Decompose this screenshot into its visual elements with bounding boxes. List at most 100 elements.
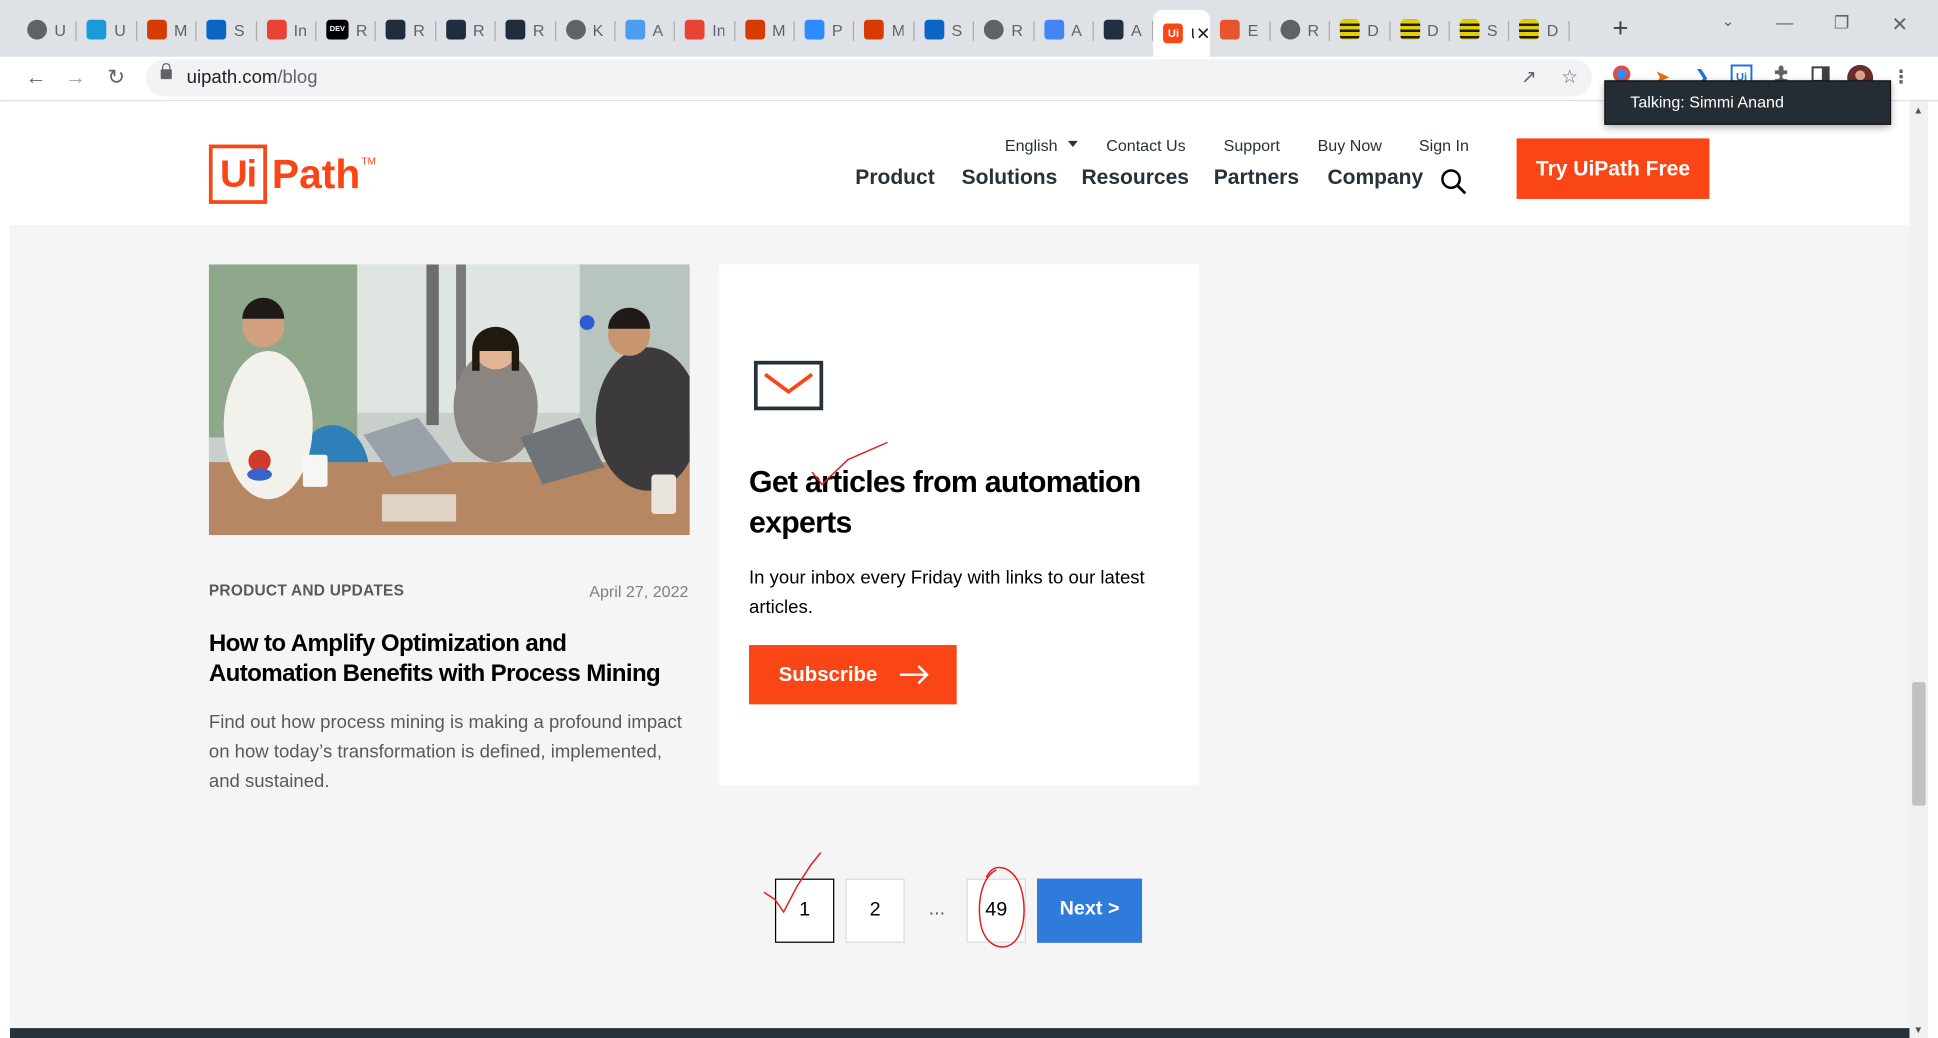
tab-title: In bbox=[712, 20, 725, 39]
pagination-ellipsis: ... bbox=[928, 898, 946, 920]
tab-title: U bbox=[54, 20, 66, 39]
amazon-icon bbox=[1103, 19, 1124, 40]
scrollbar-thumb[interactable] bbox=[1912, 682, 1926, 806]
browser-tab[interactable]: In bbox=[675, 10, 736, 50]
globe-icon bbox=[27, 19, 47, 40]
gmail-icon bbox=[266, 19, 287, 40]
browser-tab[interactable]: K bbox=[556, 10, 616, 50]
page-1-button[interactable]: 1 bbox=[774, 878, 835, 943]
tab-title: R bbox=[532, 20, 545, 39]
page-49-button[interactable]: 49 bbox=[966, 878, 1026, 943]
browser-tab[interactable]: D bbox=[1510, 10, 1570, 50]
browser-tab[interactable]: UiUi✕ bbox=[1153, 9, 1211, 57]
url-text[interactable]: uipath.com/blog bbox=[187, 67, 318, 88]
browser-tab[interactable]: A bbox=[1034, 10, 1095, 50]
browser-tab[interactable]: A bbox=[1094, 10, 1155, 50]
browser-tab[interactable]: D bbox=[1390, 10, 1451, 50]
tab-title: A bbox=[652, 20, 664, 39]
browser-tab[interactable]: S bbox=[197, 10, 258, 50]
article-image[interactable] bbox=[208, 264, 690, 536]
browser-tab[interactable]: A bbox=[615, 10, 676, 50]
scroll-down-icon[interactable]: ▼ bbox=[1913, 1024, 1923, 1035]
search-icon[interactable] bbox=[1440, 168, 1467, 195]
stripes-icon bbox=[1399, 19, 1420, 40]
browser-tab[interactable]: U bbox=[77, 10, 138, 50]
globe-icon bbox=[984, 19, 1004, 40]
uipath-icon: Ui bbox=[1163, 23, 1184, 44]
lock-icon bbox=[160, 63, 172, 80]
tab-title: M bbox=[891, 20, 905, 39]
browser-tab[interactable]: S bbox=[1450, 10, 1511, 50]
tab-search-icon[interactable]: ⌄ bbox=[1716, 12, 1741, 29]
scroll-up-icon[interactable]: ▲ bbox=[1913, 105, 1923, 116]
browser-tab[interactable]: M bbox=[137, 10, 198, 50]
close-window-icon[interactable]: ✕ bbox=[1887, 12, 1912, 37]
tab-title: S bbox=[951, 20, 963, 39]
browser-tab[interactable]: In bbox=[257, 10, 317, 50]
browser-tab[interactable]: P bbox=[795, 10, 856, 50]
tab-title: R bbox=[1307, 20, 1320, 39]
browser-tab[interactable]: R bbox=[496, 10, 557, 50]
bookmark-star-icon[interactable]: ☆ bbox=[1556, 64, 1583, 91]
office-icon bbox=[864, 19, 885, 40]
tab-title: S bbox=[1486, 20, 1498, 39]
nav-partners[interactable]: Partners bbox=[1214, 166, 1299, 191]
browser-tab[interactable]: D bbox=[1330, 10, 1391, 50]
nav-product[interactable]: Product bbox=[855, 166, 934, 191]
tab-title: M bbox=[772, 20, 785, 39]
subscribe-title: Get articles from automation experts bbox=[749, 465, 1141, 541]
language-selector[interactable]: English bbox=[1005, 136, 1078, 154]
back-icon[interactable]: ← bbox=[20, 62, 52, 94]
tab-title: M bbox=[174, 20, 187, 39]
footer-edge bbox=[9, 1028, 1910, 1038]
browser-tab[interactable]: M bbox=[735, 10, 796, 50]
util-link-sign-in[interactable]: Sign In bbox=[1419, 136, 1469, 155]
uipath-logo[interactable]: Ui Path TM bbox=[208, 144, 376, 204]
address-bar[interactable]: uipath.com/blog ↗ ☆ bbox=[145, 59, 1592, 97]
util-link-buy-now[interactable]: Buy Now bbox=[1318, 136, 1382, 155]
try-uipath-free-button[interactable]: Try UiPath Free bbox=[1516, 138, 1710, 199]
nav-solutions[interactable]: Solutions bbox=[962, 166, 1058, 191]
tab-title: S bbox=[233, 20, 245, 39]
util-link-support[interactable]: Support bbox=[1224, 136, 1280, 155]
forward-icon[interactable]: → bbox=[59, 62, 91, 94]
next-page-button[interactable]: Next > bbox=[1037, 878, 1143, 943]
browser-tab[interactable]: S bbox=[914, 10, 975, 50]
stripes-icon bbox=[1340, 19, 1360, 40]
browser-tab[interactable]: R bbox=[436, 10, 497, 50]
share-icon[interactable]: ↗ bbox=[1515, 64, 1542, 91]
browser-tab[interactable]: DEV R bbox=[316, 10, 377, 50]
nav-resources[interactable]: Resources bbox=[1082, 166, 1189, 191]
tab-title: U bbox=[114, 20, 126, 39]
tab-title: E bbox=[1247, 20, 1259, 39]
zoom-icon bbox=[804, 19, 825, 40]
star-dark-icon bbox=[386, 19, 406, 40]
logo-ui-box: Ui bbox=[208, 144, 267, 204]
browser-tab[interactable]: E bbox=[1211, 10, 1271, 50]
tab-title: R bbox=[1011, 20, 1023, 39]
page-2-button[interactable]: 2 bbox=[845, 878, 905, 943]
restore-icon[interactable]: ❐ bbox=[1829, 12, 1854, 33]
page-viewport: Ui Path TM English Contact Us Support Bu… bbox=[9, 101, 1910, 1038]
nav-company[interactable]: Company bbox=[1327, 166, 1423, 191]
subscribe-description: In your inbox every Friday with links to… bbox=[749, 567, 1145, 618]
browser-tab[interactable]: M bbox=[855, 10, 915, 50]
subscribe-card: Get articles from automation experts In … bbox=[719, 264, 1199, 785]
stripes-icon bbox=[1459, 19, 1480, 40]
browser-tab[interactable]: R bbox=[376, 10, 437, 50]
subscribe-button[interactable]: Subscribe bbox=[749, 645, 957, 705]
logo-path-text: Path bbox=[271, 150, 361, 197]
close-tab-icon[interactable]: ✕ bbox=[1196, 23, 1211, 44]
page-scrollbar[interactable]: ▲ ▼ bbox=[1909, 101, 1929, 1038]
new-tab-button[interactable]: + bbox=[1607, 12, 1634, 44]
reload-icon[interactable]: ↻ bbox=[100, 62, 132, 94]
util-link-contact[interactable]: Contact Us bbox=[1106, 136, 1185, 155]
tab-title: D bbox=[1427, 20, 1439, 39]
browser-tab[interactable]: U bbox=[17, 10, 78, 50]
chrome-menu-icon[interactable]: ⋮ bbox=[1887, 64, 1914, 91]
article-title[interactable]: How to Amplify Optimization and Automati… bbox=[209, 629, 691, 688]
browser-tab[interactable]: R bbox=[1270, 10, 1331, 50]
article-category[interactable]: PRODUCT AND UPDATES bbox=[209, 582, 404, 599]
browser-tab[interactable]: R bbox=[974, 10, 1035, 50]
minimize-icon[interactable]: — bbox=[1772, 12, 1797, 32]
